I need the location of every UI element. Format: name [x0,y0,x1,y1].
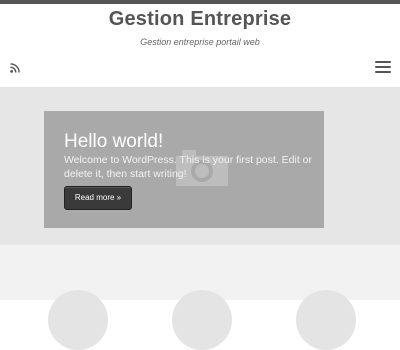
slide-title[interactable]: Hello world! [64,131,163,153]
read-more-button[interactable]: Read more » [64,186,132,210]
hamburger-menu-icon[interactable] [375,61,391,74]
site-title[interactable]: Gestion Entreprise [0,8,400,31]
featured-slider: Hello world! Welcome to WordPress. This … [0,87,400,245]
slide-excerpt: Welcome to WordPress. This is your first… [64,154,312,180]
featured-page-thumbnail[interactable] [48,290,108,350]
featured-page-thumbnail[interactable] [172,290,232,350]
featured-pages-section [0,245,400,350]
featured-page-thumbnail[interactable] [296,290,356,350]
rss-icon[interactable] [10,63,20,73]
site-tagline: Gestion entreprise portail web [140,37,260,47]
top-accent-bar [0,0,400,4]
slide: Hello world! Welcome to WordPress. This … [44,111,324,228]
